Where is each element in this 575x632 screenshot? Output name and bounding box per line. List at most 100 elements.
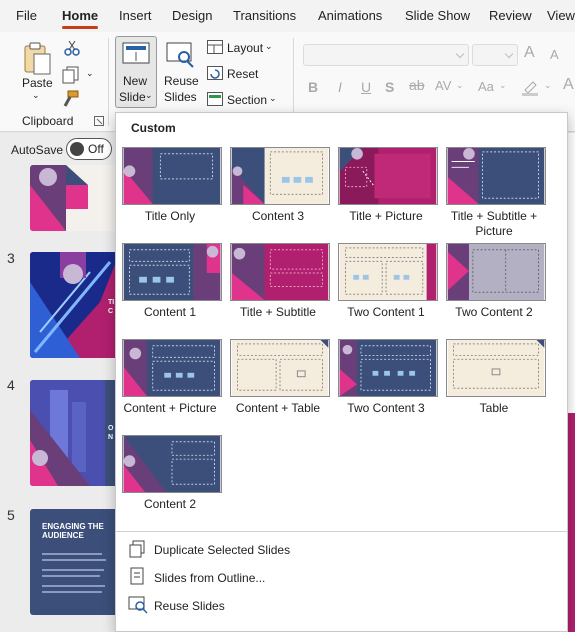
section-icon[interactable] (207, 92, 223, 106)
layout-name: Content 1 (143, 305, 197, 319)
slide-5-title: ENGAGING THE AUDIENCE (42, 522, 104, 540)
layout-icon[interactable] (207, 40, 223, 54)
case-chevron-icon[interactable]: ⌄ (499, 80, 507, 91)
shadow-icon[interactable]: S (385, 79, 394, 95)
svg-text:O: O (108, 425, 114, 432)
clipboard-launcher-icon[interactable] (94, 116, 104, 126)
layout-button[interactable]: Layout (227, 41, 263, 55)
menu-bar: File Home Insert Design Transitions Anim… (0, 0, 575, 32)
layout-name: Title Only (144, 209, 196, 223)
gallery-divider (116, 531, 567, 532)
new-slide-icon (122, 42, 150, 64)
tab-transitions[interactable]: Transitions (233, 8, 296, 23)
paste-button[interactable]: Paste (22, 76, 53, 90)
slide-number-5: 5 (7, 507, 15, 523)
bold-icon[interactable]: B (308, 79, 318, 95)
layout-name: Title + Subtitle (240, 305, 316, 319)
layout-preview (122, 339, 222, 397)
tab-insert[interactable]: Insert (119, 8, 152, 23)
chevron-down-icon: ⌄ (145, 90, 153, 100)
command-label: Slides from Outline... (154, 571, 266, 585)
layout-name: Two Content 1 (347, 305, 425, 319)
font-size-combo[interactable] (472, 44, 518, 66)
font-color-icon[interactable]: A (563, 76, 574, 94)
slide-thumbnail-5[interactable]: ENGAGING THE AUDIENCE (30, 509, 120, 615)
copy-dropdown-icon[interactable]: ⌄ (86, 68, 94, 79)
paste-dropdown-icon[interactable]: ⌄ (32, 90, 40, 101)
layout-preview (230, 243, 330, 301)
layout-name: Content 2 (143, 497, 197, 511)
clipboard-group-label: Clipboard (22, 114, 74, 128)
tab-view[interactable]: View (547, 8, 575, 23)
layout-preview (230, 147, 330, 205)
slides-from-outline-command[interactable]: Slides from Outline... (126, 567, 426, 589)
tab-design[interactable]: Design (172, 8, 212, 23)
layout-name: Title + Picture (349, 209, 423, 223)
autosave-toggle[interactable]: Off (66, 138, 112, 160)
slide-editor-edge (567, 133, 575, 632)
slide-number-3: 3 (7, 250, 15, 266)
layout-preview (230, 339, 330, 397)
layout-name: Content + Picture (123, 401, 217, 415)
gallery-section-title: Custom (131, 121, 176, 135)
section-button[interactable]: Section (227, 93, 267, 107)
reuse-slides-icon (128, 596, 148, 614)
duplicate-selected-slides-command[interactable]: Duplicate Selected Slides (126, 539, 426, 561)
highlight-chevron-icon[interactable]: ⌄ (544, 80, 552, 91)
layout-name: Title + Subtitle + Picture (450, 209, 538, 238)
slide-thumbnail-2[interactable] (30, 165, 120, 231)
new-slide-label-1: New (123, 74, 148, 88)
reset-button[interactable]: Reset (227, 67, 258, 81)
layout-name: Content 3 (251, 209, 305, 223)
command-label: Reuse Slides (154, 599, 225, 613)
format-painter-icon[interactable] (62, 90, 80, 108)
layout-name: Two Content 3 (347, 401, 425, 415)
highlighter-icon[interactable] (521, 78, 539, 96)
tab-slide-show[interactable]: Slide Show (405, 8, 470, 23)
layout-preview (338, 147, 438, 205)
layout-preview (446, 243, 546, 301)
cut-icon[interactable] (64, 40, 80, 56)
tab-animations[interactable]: Animations (318, 8, 382, 23)
tab-home[interactable]: Home (62, 8, 99, 29)
reset-icon[interactable] (207, 66, 223, 80)
change-case-icon[interactable]: Aa (478, 79, 494, 94)
toggle-knob (70, 142, 84, 156)
autosave-state: Off (88, 142, 104, 156)
font-shrink-icon[interactable]: A (550, 47, 559, 62)
layout-preview (122, 243, 222, 301)
layout-preview (338, 339, 438, 397)
reuse-slides-label-1[interactable]: Reuse (164, 74, 199, 88)
font-grow-icon[interactable]: A (524, 44, 535, 62)
paste-icon[interactable] (22, 40, 52, 76)
tab-review[interactable]: Review (489, 8, 532, 23)
copy-icon[interactable] (62, 66, 80, 84)
tab-file[interactable]: File (16, 8, 37, 23)
spacing-chevron-icon[interactable]: ⌄ (456, 80, 464, 91)
italic-icon[interactable]: I (338, 79, 342, 95)
underline-icon[interactable]: U (361, 79, 371, 95)
layout-name: Table (479, 401, 509, 415)
new-slide-label-2: Slide (119, 90, 146, 104)
layout-name: Content + Table (235, 401, 321, 415)
layout-name: Two Content 2 (455, 305, 533, 319)
layout-preview (122, 147, 222, 205)
reuse-slides-command[interactable]: Reuse Slides (126, 595, 426, 617)
duplicate-slides-icon (129, 540, 145, 558)
section-chevron-icon[interactable]: ⌄ (269, 93, 277, 104)
layout-preview (338, 243, 438, 301)
slide-thumbnail-4[interactable]: O N (30, 380, 120, 486)
outline-icon (130, 567, 144, 585)
layout-chevron-icon[interactable]: ⌄ (265, 41, 273, 52)
layout-preview (446, 147, 546, 205)
reuse-slides-label-2[interactable]: Slides (164, 90, 197, 104)
new-slide-gallery: Custom Title Only Content 3 Title + Pict… (115, 112, 568, 632)
strikethrough-icon[interactable]: ab (409, 77, 425, 93)
slide-thumbnail-3[interactable]: TI C (30, 252, 120, 358)
reuse-slides-icon[interactable] (166, 42, 196, 68)
layout-preview (122, 435, 222, 493)
character-spacing-icon[interactable]: AV (435, 78, 451, 93)
svg-text:N: N (108, 434, 113, 441)
command-label: Duplicate Selected Slides (154, 543, 291, 557)
font-name-combo[interactable] (303, 44, 469, 66)
